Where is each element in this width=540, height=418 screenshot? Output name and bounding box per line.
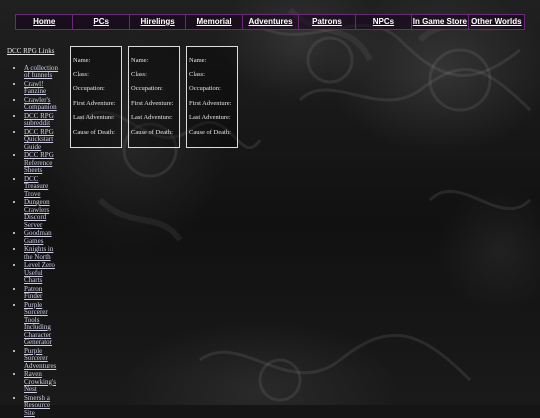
nav-pcs-link[interactable]: PCs [72, 15, 128, 29]
links-sidebar: DCC RPG Links A collection of funnels Cr… [5, 47, 61, 418]
memorial-card: Name: Class: Occupation: First Adventure… [186, 46, 238, 148]
sidebar-link[interactable]: Dungeon Crawlers Discord Server [24, 198, 50, 229]
list-item: DCC Treasure Trove [24, 175, 61, 199]
list-item: Level Zero Useful Charts [24, 261, 61, 285]
sidebar-link[interactable]: DCC Treasure Trove [24, 175, 48, 198]
nav-other-worlds-link[interactable]: Other Worlds [467, 15, 524, 29]
list-item: DCC RPG Quickstart Guide [24, 128, 61, 152]
first-adventure-label: First Adventure: [189, 100, 232, 107]
list-item: DCC RPG subreddit [24, 112, 61, 128]
nav-hirelings-link[interactable]: Hirelings [128, 15, 185, 29]
sidebar-link[interactable]: DCC RPG Quickstart Guide [24, 128, 54, 151]
last-adventure-label: Last Adventure: [131, 114, 173, 121]
list-item: Knights in the North [24, 245, 61, 261]
list-item: Crawler's Companion [24, 96, 61, 112]
sidebar-link-list: A collection of funnels Crawl! Fanzine C… [5, 64, 61, 418]
cause-of-death-label: Cause of Death: [73, 129, 115, 136]
sidebar-link[interactable]: Crawler's Companion [24, 96, 57, 112]
nav-patrons-link[interactable]: Patrons [298, 15, 354, 29]
sidebar-link[interactable]: Smersh a Resource Site [24, 394, 50, 417]
memorial-card: Name: Class: Occupation: First Adventure… [128, 46, 180, 148]
cause-of-death-label: Cause of Death: [131, 129, 173, 136]
sidebar-link[interactable]: DCC RPG subreddit [24, 112, 54, 128]
class-label: Class: [73, 71, 89, 78]
sidebar-link[interactable]: DCC RPG Reference Sheets [24, 151, 54, 174]
nav-in-game-store-link[interactable]: In Game Store [411, 15, 467, 29]
sidebar-link[interactable]: Crawl! Fanzine [24, 80, 46, 96]
sidebar-link[interactable]: Level Zero Useful Charts [24, 261, 55, 284]
memorial-card: Name: Class: Occupation: First Adventure… [70, 46, 122, 148]
sidebar-link[interactable]: Patron Finder [24, 285, 42, 301]
sidebar-title-link[interactable]: DCC RPG Links [7, 47, 61, 56]
sidebar-link[interactable]: Purple Sorcerer Adventures [24, 347, 56, 370]
list-item: Raven Crowking's Nest [24, 370, 61, 394]
name-label: Name: [189, 57, 207, 64]
class-label: Class: [189, 71, 205, 78]
name-label: Name: [131, 57, 149, 64]
nav-npcs-link[interactable]: NPCs [354, 15, 411, 29]
sidebar-link[interactable]: Purple Sorcerer Tools Including Characte… [24, 301, 52, 347]
occupation-label: Occupation: [73, 85, 105, 92]
nav-adventures-link[interactable]: Adventures [241, 15, 298, 29]
last-adventure-label: Last Adventure: [189, 114, 231, 121]
list-item: Smersh a Resource Site [24, 394, 61, 418]
sidebar-link[interactable]: Knights in the North [24, 245, 53, 261]
last-adventure-label: Last Adventure: [73, 114, 115, 121]
main-nav: Home PCs Hirelings Memorial Adventures P… [15, 14, 525, 30]
sidebar-link[interactable]: Goodman Games [24, 229, 52, 245]
occupation-label: Occupation: [189, 85, 221, 92]
first-adventure-label: First Adventure: [131, 100, 174, 107]
list-item: Goodman Games [24, 229, 61, 245]
nav-home-link[interactable]: Home [16, 15, 72, 29]
sidebar-link[interactable]: Raven Crowking's Nest [24, 370, 56, 393]
list-item: Patron Finder [24, 285, 61, 301]
list-item: A collection of funnels [24, 64, 61, 80]
class-label: Class: [131, 71, 147, 78]
sidebar-link[interactable]: A collection of funnels [24, 64, 58, 80]
name-label: Name: [73, 57, 91, 64]
list-item: DCC RPG Reference Sheets [24, 151, 61, 175]
occupation-label: Occupation: [131, 85, 163, 92]
list-item: Crawl! Fanzine [24, 80, 61, 96]
list-item: Purple Sorcerer Adventures [24, 347, 61, 371]
cause-of-death-label: Cause of Death: [189, 129, 231, 136]
first-adventure-label: First Adventure: [73, 100, 116, 107]
list-item: Dungeon Crawlers Discord Server [24, 198, 61, 229]
list-item: Purple Sorcerer Tools Including Characte… [24, 301, 61, 347]
nav-memorial-link[interactable]: Memorial [185, 15, 241, 29]
